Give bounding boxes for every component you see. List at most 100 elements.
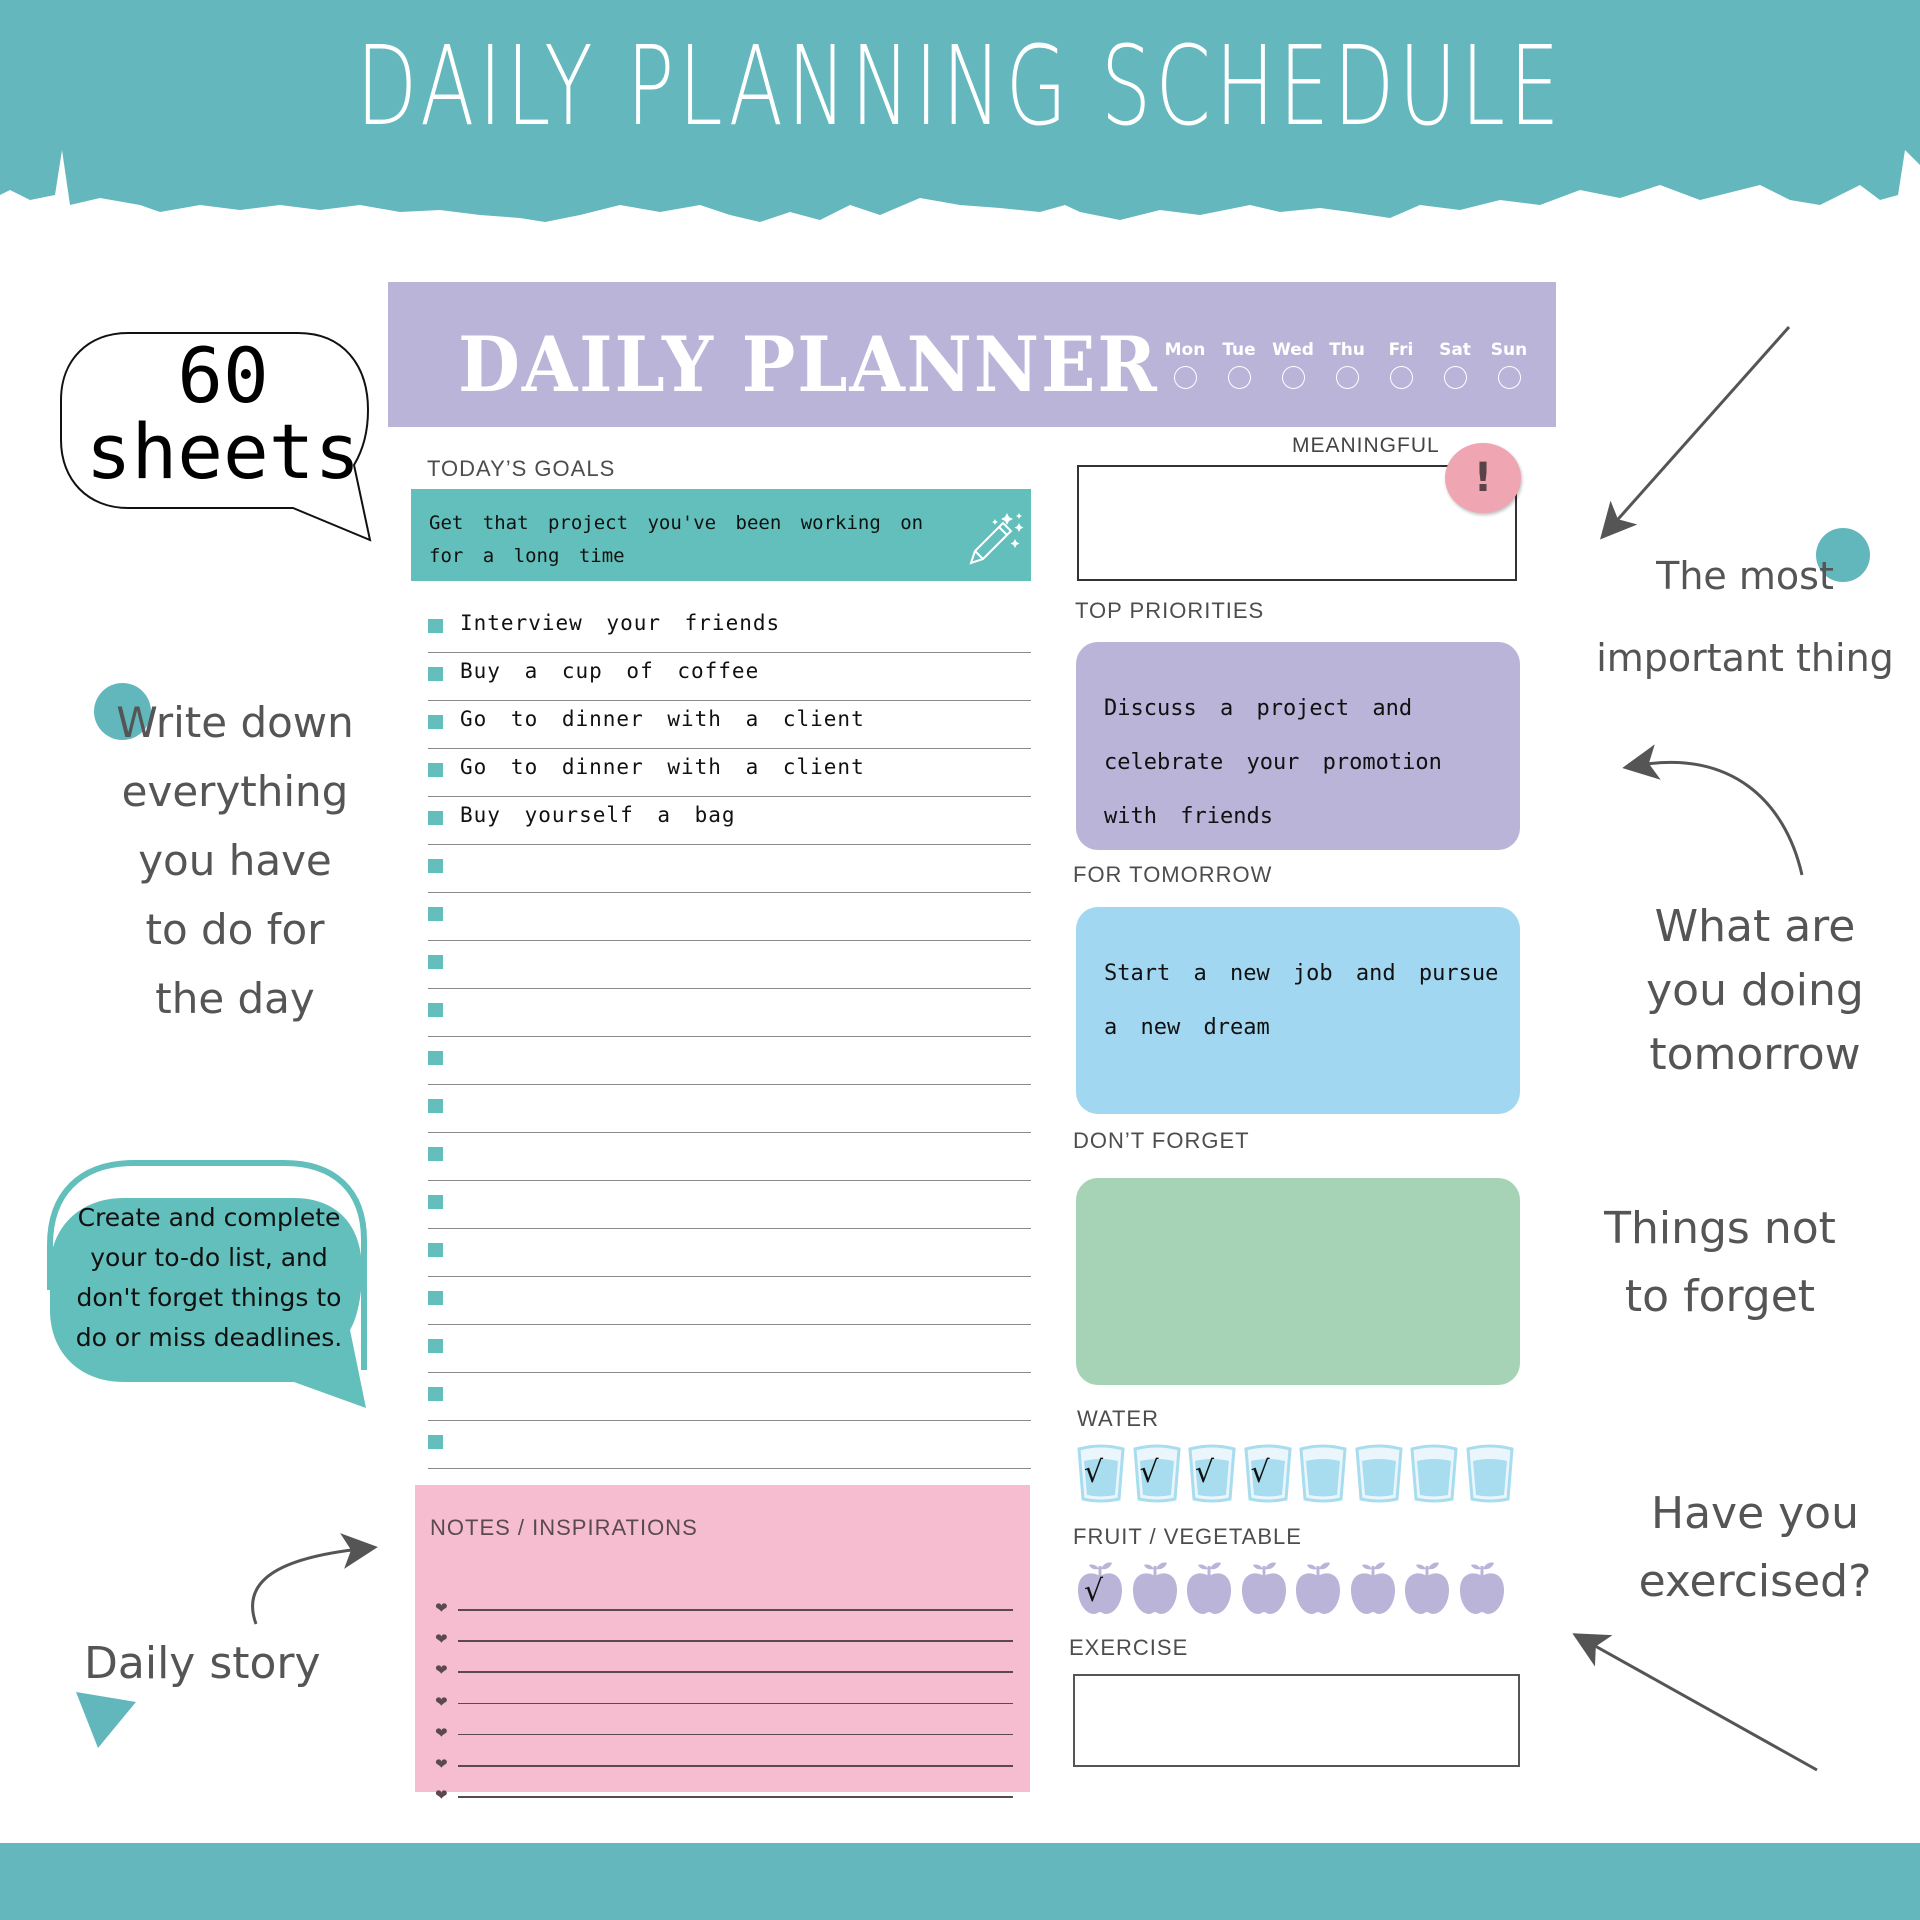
water-glass-icon[interactable]: √	[1076, 1443, 1126, 1503]
apple-icon[interactable]	[1131, 1560, 1179, 1616]
todo-row[interactable]	[428, 893, 1031, 941]
for-tomorrow-card[interactable]: Start a new job and pursue a new dream	[1076, 907, 1520, 1114]
weekday-tue[interactable]: Tue	[1212, 340, 1266, 389]
checkbox-icon[interactable]	[428, 859, 443, 873]
heart-icon: ❤	[435, 1661, 448, 1680]
water-glass-icon[interactable]: √	[1187, 1443, 1237, 1503]
todo-row[interactable]: Go to dinner with a client	[428, 701, 1031, 749]
checkbox-icon[interactable]	[428, 1051, 443, 1065]
checkbox-icon[interactable]	[428, 1243, 443, 1257]
note-line-row[interactable]: ❤	[435, 1755, 1025, 1775]
water-glass-icon[interactable]	[1298, 1443, 1348, 1503]
checkbox-icon[interactable]	[428, 1003, 443, 1017]
todo-row[interactable]	[428, 1133, 1031, 1181]
exercise-label: EXERCISE	[1069, 1635, 1189, 1660]
todo-row[interactable]	[428, 845, 1031, 893]
checkbox-icon[interactable]	[428, 619, 443, 633]
for-tomorrow-label: FOR TOMORROW	[1073, 862, 1273, 887]
apple-icon[interactable]: √	[1076, 1560, 1124, 1616]
note-line-row[interactable]: ❤	[435, 1693, 1025, 1713]
note-line	[458, 1671, 1013, 1673]
weekday-wed[interactable]: Wed	[1266, 340, 1320, 389]
todo-row[interactable]	[428, 1277, 1031, 1325]
checkbox-icon[interactable]	[428, 1147, 443, 1161]
todo-row[interactable]	[428, 1421, 1031, 1469]
todo-row[interactable]: Buy yourself a bag	[428, 797, 1031, 845]
apple-icon[interactable]	[1294, 1560, 1342, 1616]
checkbox-icon[interactable]	[428, 667, 443, 681]
exercise-input[interactable]	[1073, 1674, 1520, 1767]
weekday-sun[interactable]: Sun	[1482, 340, 1536, 389]
checkbox-icon[interactable]	[428, 907, 443, 921]
annotation-line: Create and complete	[77, 1203, 341, 1232]
water-glass-icon[interactable]: √	[1243, 1443, 1293, 1503]
dont-forget-card[interactable]	[1076, 1178, 1520, 1385]
weekday-radio[interactable]	[1443, 366, 1467, 389]
weekday-radio[interactable]	[1389, 366, 1413, 389]
water-glass-icon[interactable]	[1409, 1443, 1459, 1503]
weekday-radio[interactable]	[1227, 366, 1251, 389]
most-important-annotation: The most important thing	[1585, 535, 1905, 699]
todo-row[interactable]	[428, 1085, 1031, 1133]
annotation-line: Have you	[1651, 1488, 1859, 1539]
annotation-line: Write down	[116, 698, 354, 747]
annotation-line: everything	[121, 767, 349, 816]
note-line-row[interactable]: ❤	[435, 1630, 1025, 1650]
water-glass-icon[interactable]: √	[1132, 1443, 1182, 1503]
checkbox-icon[interactable]	[428, 1099, 443, 1113]
weekday-thu[interactable]: Thu	[1320, 340, 1374, 389]
apple-icon[interactable]	[1403, 1560, 1451, 1616]
todo-row[interactable]	[428, 1229, 1031, 1277]
weekday-mon[interactable]: Mon	[1158, 340, 1212, 389]
todo-row[interactable]	[428, 1037, 1031, 1085]
checkbox-icon[interactable]	[428, 1387, 443, 1401]
apple-icon[interactable]	[1185, 1560, 1233, 1616]
fruit-vegetable-tracker: √	[1076, 1560, 1512, 1616]
water-glass-icon[interactable]	[1354, 1443, 1404, 1503]
daily-story-annotation: Daily story	[84, 1638, 321, 1689]
water-glass-icon[interactable]	[1465, 1443, 1515, 1503]
checkbox-icon[interactable]	[428, 1339, 443, 1353]
main-goal-text[interactable]: Get that project you've been working on …	[429, 507, 969, 573]
apple-icon[interactable]	[1240, 1560, 1288, 1616]
annotation-line: to forget	[1624, 1271, 1816, 1322]
note-line-row[interactable]: ❤	[435, 1786, 1025, 1806]
checkbox-icon[interactable]	[428, 763, 443, 777]
note-line	[458, 1796, 1013, 1798]
todo-row[interactable]	[428, 1373, 1031, 1421]
weekday-sat[interactable]: Sat	[1428, 340, 1482, 389]
planner-header: DAILY PLANNER Mon Tue Wed Thu Fri Sat Sun	[388, 282, 1556, 427]
note-line-row[interactable]: ❤	[435, 1599, 1025, 1619]
weekday-label: Tue	[1222, 340, 1256, 360]
pencil-sparkle-icon	[969, 513, 1024, 565]
checkbox-icon[interactable]	[428, 811, 443, 825]
teal-triangle-decoration	[76, 1692, 136, 1748]
weekday-radio[interactable]	[1497, 366, 1521, 389]
checkbox-icon[interactable]	[428, 715, 443, 729]
checkbox-icon[interactable]	[428, 955, 443, 969]
todo-row[interactable]	[428, 989, 1031, 1037]
todo-row[interactable]: Buy a cup of coffee	[428, 653, 1031, 701]
weekday-radio[interactable]	[1335, 366, 1359, 389]
checkbox-icon[interactable]	[428, 1195, 443, 1209]
todo-text: Interview your friends	[460, 611, 781, 635]
top-priorities-card[interactable]: Discuss a project and celebrate your pro…	[1076, 642, 1520, 850]
weekday-fri[interactable]: Fri	[1374, 340, 1428, 389]
checkbox-icon[interactable]	[428, 1435, 443, 1449]
todo-row[interactable]	[428, 941, 1031, 989]
note-line-row[interactable]: ❤	[435, 1724, 1025, 1744]
todo-row[interactable]: Interview your friends	[428, 605, 1031, 653]
note-line-row[interactable]: ❤	[435, 1661, 1025, 1681]
heart-icon: ❤	[435, 1755, 448, 1773]
note-line	[458, 1640, 1013, 1642]
todo-row[interactable]	[428, 1325, 1031, 1373]
weekday-radio[interactable]	[1173, 366, 1197, 389]
todo-row[interactable]: Go to dinner with a client	[428, 749, 1031, 797]
apple-icon[interactable]	[1349, 1560, 1397, 1616]
checkbox-icon[interactable]	[428, 1291, 443, 1305]
check-mark-icon: √	[1195, 1455, 1215, 1490]
heart-icon: ❤	[435, 1723, 448, 1742]
apple-icon[interactable]	[1458, 1560, 1506, 1616]
todo-row[interactable]	[428, 1181, 1031, 1229]
weekday-radio[interactable]	[1281, 366, 1305, 389]
